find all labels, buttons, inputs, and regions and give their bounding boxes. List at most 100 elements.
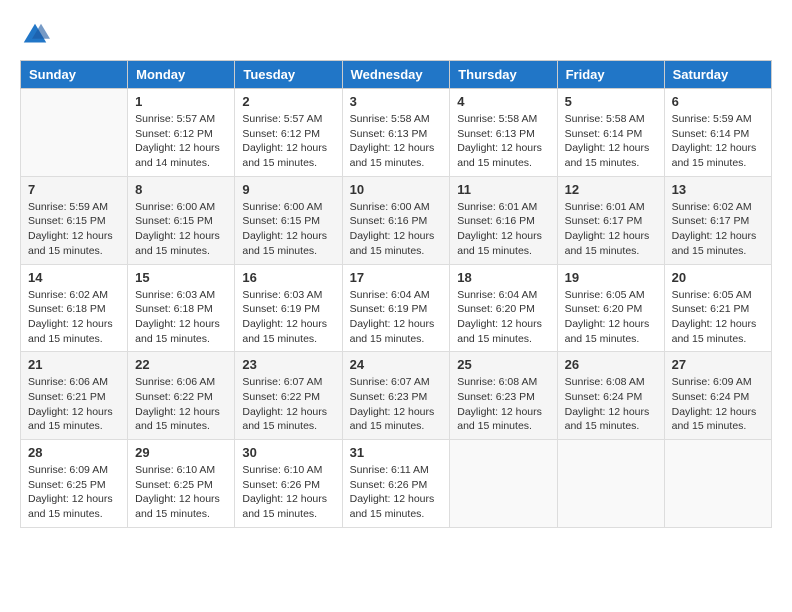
cell-info: Sunrise: 6:03 AM Sunset: 6:18 PM Dayligh…	[135, 288, 227, 347]
day-number: 23	[242, 357, 334, 372]
day-number: 18	[457, 270, 549, 285]
cell-info: Sunrise: 6:10 AM Sunset: 6:26 PM Dayligh…	[242, 463, 334, 522]
calendar-cell: 27 Sunrise: 6:09 AM Sunset: 6:24 PM Dayli…	[664, 352, 771, 440]
day-number: 31	[350, 445, 443, 460]
day-number: 26	[565, 357, 657, 372]
cell-info: Sunrise: 5:57 AM Sunset: 6:12 PM Dayligh…	[242, 112, 334, 171]
cell-info: Sunrise: 6:00 AM Sunset: 6:16 PM Dayligh…	[350, 200, 443, 259]
calendar-cell: 21 Sunrise: 6:06 AM Sunset: 6:21 PM Dayli…	[21, 352, 128, 440]
day-number: 11	[457, 182, 549, 197]
cell-info: Sunrise: 6:00 AM Sunset: 6:15 PM Dayligh…	[242, 200, 334, 259]
calendar-cell: 13Sunrise: 6:02 AM Sunset: 6:17 PM Dayli…	[664, 176, 771, 264]
cell-info: Sunrise: 6:08 AM Sunset: 6:23 PM Dayligh…	[457, 375, 549, 434]
calendar-cell: 17 Sunrise: 6:04 AM Sunset: 6:19 PM Dayli…	[342, 264, 450, 352]
cell-info: Sunrise: 5:57 AM Sunset: 6:12 PM Dayligh…	[135, 112, 227, 171]
weekday-header-saturday: Saturday	[664, 61, 771, 89]
cell-info: Sunrise: 6:01 AM Sunset: 6:16 PM Dayligh…	[457, 200, 549, 259]
day-number: 14	[28, 270, 120, 285]
day-number: 6	[672, 94, 764, 109]
cell-info: Sunrise: 6:04 AM Sunset: 6:19 PM Dayligh…	[350, 288, 443, 347]
day-number: 7	[28, 182, 120, 197]
calendar-cell: 20 Sunrise: 6:05 AM Sunset: 6:21 PM Dayli…	[664, 264, 771, 352]
calendar-cell	[21, 89, 128, 177]
day-number: 20	[672, 270, 764, 285]
day-number: 13	[672, 182, 764, 197]
calendar-cell	[450, 440, 557, 528]
calendar-week-5: 28 Sunrise: 6:09 AM Sunset: 6:25 PM Dayli…	[21, 440, 772, 528]
weekday-header-sunday: Sunday	[21, 61, 128, 89]
day-number: 8	[135, 182, 227, 197]
day-number: 4	[457, 94, 549, 109]
cell-info: Sunrise: 6:05 AM Sunset: 6:21 PM Dayligh…	[672, 288, 764, 347]
day-number: 1	[135, 94, 227, 109]
cell-info: Sunrise: 6:11 AM Sunset: 6:26 PM Dayligh…	[350, 463, 443, 522]
cell-info: Sunrise: 6:00 AM Sunset: 6:15 PM Dayligh…	[135, 200, 227, 259]
calendar-cell: 16Sunrise: 6:03 AM Sunset: 6:19 PM Dayli…	[235, 264, 342, 352]
calendar-cell: 8 Sunrise: 6:00 AM Sunset: 6:15 PM Daylig…	[128, 176, 235, 264]
calendar-week-4: 21 Sunrise: 6:06 AM Sunset: 6:21 PM Dayli…	[21, 352, 772, 440]
calendar-cell	[664, 440, 771, 528]
day-number: 17	[350, 270, 443, 285]
calendar-header: SundayMondayTuesdayWednesdayThursdayFrid…	[21, 61, 772, 89]
calendar-cell: 5 Sunrise: 5:58 AM Sunset: 6:14 PM Daylig…	[557, 89, 664, 177]
cell-info: Sunrise: 5:58 AM Sunset: 6:13 PM Dayligh…	[350, 112, 443, 171]
calendar-cell: 31 Sunrise: 6:11 AM Sunset: 6:26 PM Dayli…	[342, 440, 450, 528]
cell-info: Sunrise: 6:06 AM Sunset: 6:22 PM Dayligh…	[135, 375, 227, 434]
calendar-cell: 11 Sunrise: 6:01 AM Sunset: 6:16 PM Dayli…	[450, 176, 557, 264]
cell-info: Sunrise: 6:09 AM Sunset: 6:25 PM Dayligh…	[28, 463, 120, 522]
day-number: 3	[350, 94, 443, 109]
calendar-cell: 12Sunrise: 6:01 AM Sunset: 6:17 PM Dayli…	[557, 176, 664, 264]
day-number: 15	[135, 270, 227, 285]
cell-info: Sunrise: 6:05 AM Sunset: 6:20 PM Dayligh…	[565, 288, 657, 347]
calendar-cell: 18 Sunrise: 6:04 AM Sunset: 6:20 PM Dayli…	[450, 264, 557, 352]
cell-info: Sunrise: 6:01 AM Sunset: 6:17 PM Dayligh…	[565, 200, 657, 259]
calendar-cell: 1 Sunrise: 5:57 AM Sunset: 6:12 PM Daylig…	[128, 89, 235, 177]
day-number: 9	[242, 182, 334, 197]
calendar-cell: 15 Sunrise: 6:03 AM Sunset: 6:18 PM Dayli…	[128, 264, 235, 352]
calendar-cell	[557, 440, 664, 528]
cell-info: Sunrise: 6:04 AM Sunset: 6:20 PM Dayligh…	[457, 288, 549, 347]
calendar-cell: 19 Sunrise: 6:05 AM Sunset: 6:20 PM Dayli…	[557, 264, 664, 352]
cell-info: Sunrise: 6:07 AM Sunset: 6:22 PM Dayligh…	[242, 375, 334, 434]
calendar-cell: 9 Sunrise: 6:00 AM Sunset: 6:15 PM Daylig…	[235, 176, 342, 264]
day-number: 2	[242, 94, 334, 109]
day-number: 22	[135, 357, 227, 372]
day-number: 10	[350, 182, 443, 197]
day-number: 19	[565, 270, 657, 285]
cell-info: Sunrise: 5:59 AM Sunset: 6:14 PM Dayligh…	[672, 112, 764, 171]
calendar-cell: 23 Sunrise: 6:07 AM Sunset: 6:22 PM Dayli…	[235, 352, 342, 440]
cell-info: Sunrise: 6:02 AM Sunset: 6:18 PM Dayligh…	[28, 288, 120, 347]
calendar-cell: 6 Sunrise: 5:59 AM Sunset: 6:14 PM Daylig…	[664, 89, 771, 177]
day-number: 29	[135, 445, 227, 460]
cell-info: Sunrise: 5:58 AM Sunset: 6:14 PM Dayligh…	[565, 112, 657, 171]
calendar-cell: 30Sunrise: 6:10 AM Sunset: 6:26 PM Dayli…	[235, 440, 342, 528]
calendar-cell: 22 Sunrise: 6:06 AM Sunset: 6:22 PM Dayli…	[128, 352, 235, 440]
cell-info: Sunrise: 6:06 AM Sunset: 6:21 PM Dayligh…	[28, 375, 120, 434]
cell-info: Sunrise: 5:59 AM Sunset: 6:15 PM Dayligh…	[28, 200, 120, 259]
calendar-cell: 2 Sunrise: 5:57 AM Sunset: 6:12 PM Daylig…	[235, 89, 342, 177]
logo	[20, 20, 54, 50]
cell-info: Sunrise: 6:08 AM Sunset: 6:24 PM Dayligh…	[565, 375, 657, 434]
day-number: 27	[672, 357, 764, 372]
weekday-header-wednesday: Wednesday	[342, 61, 450, 89]
weekday-header-thursday: Thursday	[450, 61, 557, 89]
day-number: 28	[28, 445, 120, 460]
cell-info: Sunrise: 6:09 AM Sunset: 6:24 PM Dayligh…	[672, 375, 764, 434]
day-number: 25	[457, 357, 549, 372]
calendar-cell: 3 Sunrise: 5:58 AM Sunset: 6:13 PM Daylig…	[342, 89, 450, 177]
weekday-header-friday: Friday	[557, 61, 664, 89]
day-number: 21	[28, 357, 120, 372]
cell-info: Sunrise: 6:10 AM Sunset: 6:25 PM Dayligh…	[135, 463, 227, 522]
calendar-cell: 25 Sunrise: 6:08 AM Sunset: 6:23 PM Dayli…	[450, 352, 557, 440]
calendar-cell: 7 Sunrise: 5:59 AM Sunset: 6:15 PM Daylig…	[21, 176, 128, 264]
weekday-header-monday: Monday	[128, 61, 235, 89]
calendar-cell: 24 Sunrise: 6:07 AM Sunset: 6:23 PM Dayli…	[342, 352, 450, 440]
weekday-header-tuesday: Tuesday	[235, 61, 342, 89]
day-number: 24	[350, 357, 443, 372]
calendar-cell: 14 Sunrise: 6:02 AM Sunset: 6:18 PM Dayli…	[21, 264, 128, 352]
day-number: 16	[242, 270, 334, 285]
weekday-header-row: SundayMondayTuesdayWednesdayThursdayFrid…	[21, 61, 772, 89]
cell-info: Sunrise: 5:58 AM Sunset: 6:13 PM Dayligh…	[457, 112, 549, 171]
cell-info: Sunrise: 6:07 AM Sunset: 6:23 PM Dayligh…	[350, 375, 443, 434]
day-number: 5	[565, 94, 657, 109]
